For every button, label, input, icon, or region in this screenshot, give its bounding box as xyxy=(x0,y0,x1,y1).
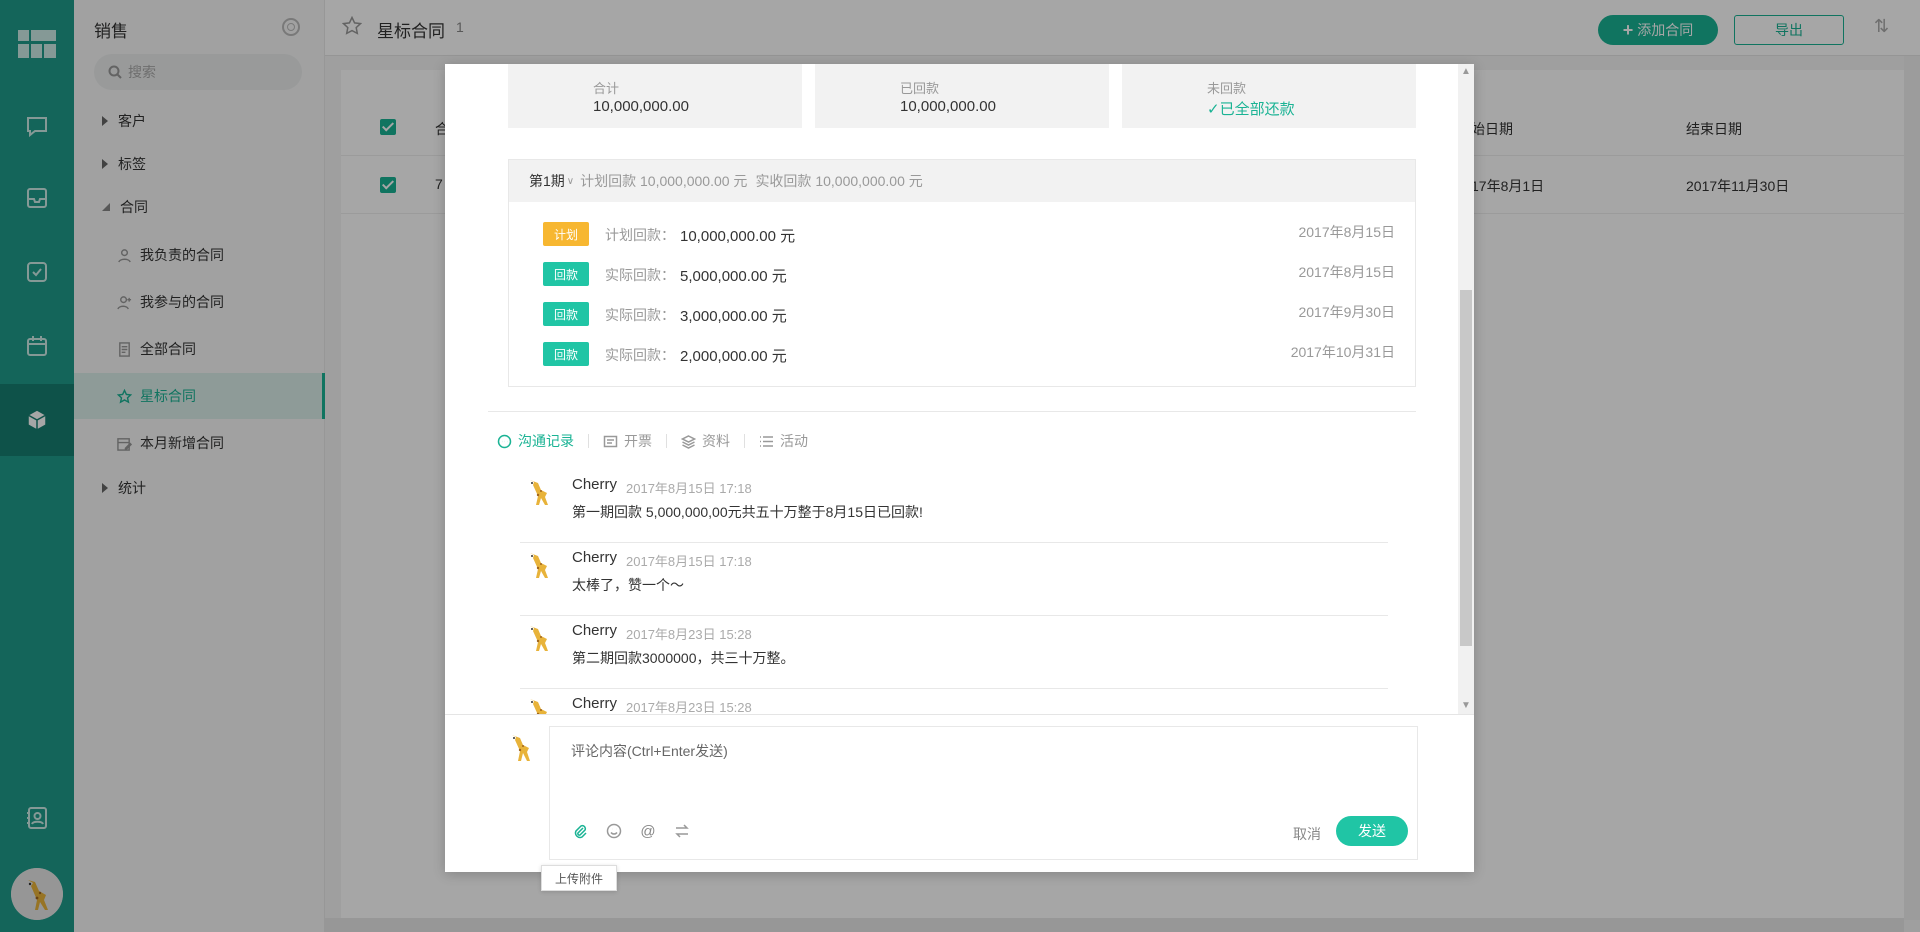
tab-materials[interactable]: 资料 xyxy=(667,431,744,451)
summary-total: 合计 10,000,000.00 xyxy=(508,64,802,128)
chevron-down-icon: ∨ xyxy=(566,175,575,187)
summary-outstanding-label: 未回款 xyxy=(1207,81,1247,96)
payment-row: 回款 实际回款： 3,000,000.00 元 2017年9月30日 xyxy=(509,294,1415,334)
summary-outstanding-text: 已全部还款 xyxy=(1219,101,1295,118)
paperclip-icon[interactable] xyxy=(570,821,590,841)
payment-label: 实际回款： xyxy=(605,307,675,323)
list-icon xyxy=(760,435,773,447)
giraffe-avatar xyxy=(512,735,530,761)
summary-received-label: 已回款 xyxy=(900,81,940,96)
comment-author[interactable]: Cherry xyxy=(572,695,617,712)
layers-icon xyxy=(681,434,696,449)
comment-author[interactable]: Cherry xyxy=(572,622,617,639)
cancel-button[interactable]: 取消 xyxy=(1293,824,1321,844)
payment-amount: 5,000,000.00 元 xyxy=(680,268,787,285)
tab-activity-label: 活动 xyxy=(780,433,808,449)
check-icon: ✓ xyxy=(1207,101,1220,118)
tab-invoice[interactable]: 开票 xyxy=(589,431,666,451)
chat-bubble-icon xyxy=(497,434,512,448)
invoice-icon xyxy=(603,435,618,447)
comment-text: 太棒了，赞一个～ xyxy=(572,577,684,593)
tab-communication[interactable]: 沟通记录 xyxy=(497,431,588,451)
detail-tabs: 沟通记录 开票 资料 活动 xyxy=(497,429,822,453)
payment-label: 实际回款： xyxy=(605,347,675,363)
payment-amount: 10,000,000.00 元 xyxy=(680,228,796,245)
payment-tag: 回款 xyxy=(543,342,589,366)
period-planned: 计划回款 10,000,000.00 元 xyxy=(580,173,748,189)
comment-item: Cherry 2017年8月15日 17:18 太棒了，赞一个～ xyxy=(520,543,1388,616)
comment-text: 第二期回款3000000，共三十万整。 xyxy=(572,650,795,666)
payment-label: 实际回款： xyxy=(605,267,675,283)
payment-date: 2017年8月15日 xyxy=(1298,264,1395,280)
modal-scrollbar[interactable]: ▲ ▼ xyxy=(1458,64,1474,714)
payment-tag: 回款 xyxy=(543,262,589,286)
comment-input[interactable]: 评论内容(Ctrl+Enter发送) @ 取消 发送 xyxy=(549,726,1418,860)
comment-item: Cherry 2017年8月23日 15:28 第二期回款3000000，共三十… xyxy=(520,616,1388,689)
emoji-icon[interactable] xyxy=(604,821,624,841)
scroll-down-icon[interactable]: ▼ xyxy=(1461,700,1471,711)
mention-icon[interactable]: @ xyxy=(638,821,658,841)
giraffe-avatar xyxy=(530,553,548,578)
comment-author[interactable]: Cherry xyxy=(572,549,617,566)
summary-received: 已回款 10,000,000.00 xyxy=(815,64,1109,128)
comment-text: 第一期回款 5,000,000,00元共五十万整于8月15日已回款! xyxy=(572,504,923,520)
comment-placeholder: 评论内容(Ctrl+Enter发送) xyxy=(571,743,728,759)
comment-item: Cherry 2017年8月15日 17:18 第一期回款 5,000,000,… xyxy=(520,470,1388,543)
divider xyxy=(488,411,1416,412)
payment-period: 第1期 ∨ 计划回款 10,000,000.00 元 实收回款 10,000,0… xyxy=(508,159,1416,387)
send-button[interactable]: 发送 xyxy=(1336,816,1408,846)
payment-label: 计划回款： xyxy=(605,227,675,243)
tab-activity[interactable]: 活动 xyxy=(745,431,822,451)
compose-divider xyxy=(445,714,1474,715)
payment-date: 2017年8月15日 xyxy=(1298,224,1395,240)
payment-date: 2017年10月31日 xyxy=(1290,344,1395,360)
payment-row: 回款 实际回款： 5,000,000.00 元 2017年8月15日 xyxy=(509,254,1415,294)
comment-time: 2017年8月15日 17:18 xyxy=(626,554,752,569)
payment-amount: 2,000,000.00 元 xyxy=(680,348,787,365)
period-name: 第1期 xyxy=(529,173,565,189)
transfer-icon[interactable] xyxy=(672,821,692,841)
tab-invoice-label: 开票 xyxy=(624,433,652,449)
plan-tag: 计划 xyxy=(543,222,589,246)
payment-date: 2017年9月30日 xyxy=(1298,304,1395,320)
tab-materials-label: 资料 xyxy=(702,433,730,449)
period-actual: 实收回款 10,000,000.00 元 xyxy=(755,173,923,189)
period-header[interactable]: 第1期 ∨ 计划回款 10,000,000.00 元 实收回款 10,000,0… xyxy=(509,160,1415,202)
summary-received-value: 10,000,000.00 xyxy=(900,98,996,115)
summary-outstanding: 未回款 ✓已全部还款 xyxy=(1122,64,1416,128)
summary-outstanding-value: ✓已全部还款 xyxy=(1207,98,1295,119)
comment-time: 2017年8月15日 17:18 xyxy=(626,481,752,496)
giraffe-avatar xyxy=(530,480,548,505)
payment-row: 计划 计划回款： 10,000,000.00 元 2017年8月15日 xyxy=(509,214,1415,254)
contract-detail-modal: 合计 10,000,000.00 已回款 10,000,000.00 未回款 ✓… xyxy=(445,64,1474,872)
comment-time: 2017年8月23日 15:28 xyxy=(626,627,752,642)
scroll-up-icon[interactable]: ▲ xyxy=(1461,66,1471,77)
summary-total-label: 合计 xyxy=(593,81,620,96)
payment-row: 回款 实际回款： 2,000,000.00 元 2017年10月31日 xyxy=(509,334,1415,374)
payment-amount: 3,000,000.00 元 xyxy=(680,308,787,325)
tab-communication-label: 沟通记录 xyxy=(518,433,574,449)
payment-tag: 回款 xyxy=(543,302,589,326)
upload-attachment-tooltip: 上传附件 xyxy=(541,865,617,891)
comment-author[interactable]: Cherry xyxy=(572,476,617,493)
giraffe-avatar xyxy=(530,626,548,651)
summary-total-value: 10,000,000.00 xyxy=(593,98,689,115)
scrollbar-thumb[interactable] xyxy=(1460,290,1472,646)
